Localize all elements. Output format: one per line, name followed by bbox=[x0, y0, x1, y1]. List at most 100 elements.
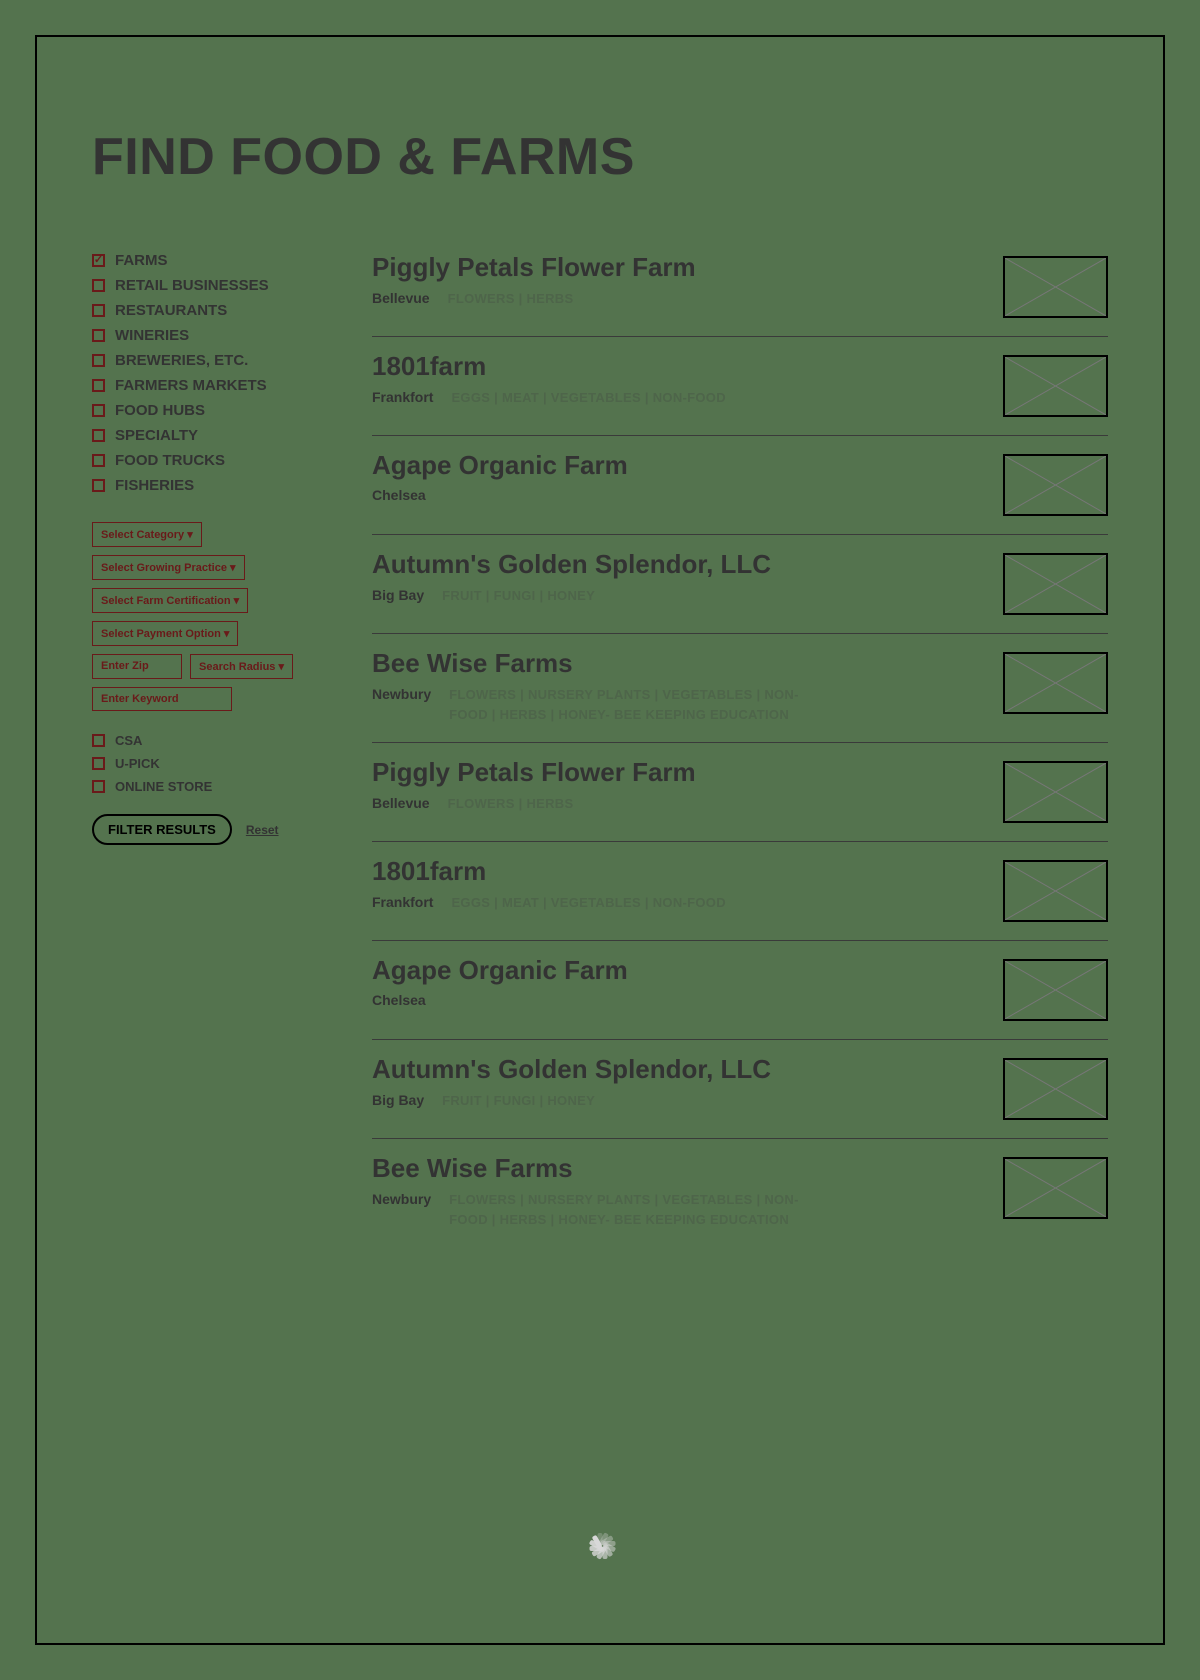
layout: FARMS RETAIL BUSINESSES RESTAURANTS WINERIE… bbox=[92, 252, 1108, 1247]
result-meta: NewburyFLOWERS | NURSERY PLANTS | VEGETA… bbox=[372, 1190, 983, 1229]
result-title[interactable]: 1801farm bbox=[372, 351, 983, 382]
category-label: BREWERIES, ETC. bbox=[115, 352, 248, 369]
result-main: Autumn's Golden Splendor, LLC Big BayFRUI… bbox=[372, 549, 983, 606]
result-thumbnail-placeholder bbox=[1003, 1157, 1108, 1219]
result-row[interactable]: Agape Organic FarmChelsea bbox=[372, 436, 1108, 535]
result-location: Bellevue bbox=[372, 290, 430, 306]
category-label: RETAIL BUSINESSES bbox=[115, 277, 269, 294]
toggle-item[interactable]: U-PICK bbox=[92, 756, 332, 771]
certification-select[interactable]: Select Farm Certification ▾ bbox=[92, 588, 248, 613]
toggle-list: CSA U-PICK ONLINE STORE bbox=[92, 733, 332, 794]
checkbox-icon[interactable] bbox=[92, 757, 105, 770]
toggle-item[interactable]: ONLINE STORE bbox=[92, 779, 332, 794]
result-meta: FrankfortEGGS | MEAT | VEGETABLES | NON-… bbox=[372, 893, 983, 913]
result-location: Big Bay bbox=[372, 587, 424, 603]
category-item[interactable]: BREWERIES, ETC. bbox=[92, 352, 332, 369]
result-row[interactable]: Agape Organic FarmChelsea bbox=[372, 941, 1108, 1040]
result-meta: BellevueFLOWERS | HERBS bbox=[372, 289, 983, 309]
result-row[interactable]: Autumn's Golden Splendor, LLC Big BayFRUI… bbox=[372, 535, 1108, 634]
result-row[interactable]: Piggly Petals Flower Farm Bellevue FLOWERS… bbox=[372, 743, 1108, 842]
result-thumbnail-placeholder bbox=[1003, 652, 1108, 714]
toggle-label: CSA bbox=[115, 733, 142, 748]
result-title[interactable]: Agape Organic Farm bbox=[372, 955, 983, 986]
result-main: Piggly Petals Flower Farm Bellevue FLOWERS… bbox=[372, 757, 983, 814]
checkbox-icon[interactable] bbox=[92, 734, 105, 747]
result-main: 1801farm FrankfortEGGS | MEAT | VEGETABLE… bbox=[372, 856, 983, 913]
category-item[interactable]: SPECIALTY bbox=[92, 427, 332, 444]
result-row[interactable]: Piggly Petals Flower Farm BellevueFLOWERS… bbox=[372, 252, 1108, 337]
category-item[interactable]: FISHERIES bbox=[92, 477, 332, 494]
result-tags: FLOWERS | NURSERY PLANTS | VEGETABLES | … bbox=[449, 685, 829, 724]
filter-group: Select Category ▾ Select Growing Practic… bbox=[92, 522, 332, 719]
result-row[interactable]: Autumn's Golden Splendor, LLC Big BayFRUI… bbox=[372, 1040, 1108, 1139]
keyword-input[interactable]: Enter Keyword bbox=[92, 687, 232, 711]
result-thumbnail-placeholder bbox=[1003, 1058, 1108, 1120]
result-location: Frankfort bbox=[372, 389, 433, 405]
result-title[interactable]: Autumn's Golden Splendor, LLC bbox=[372, 549, 983, 580]
checkbox-icon[interactable] bbox=[92, 279, 105, 292]
result-tags: EGGS | MEAT | VEGETABLES | NON-FOOD bbox=[451, 388, 725, 408]
growing-practice-select[interactable]: Select Growing Practice ▾ bbox=[92, 555, 245, 580]
category-label: FARMS bbox=[115, 252, 168, 269]
result-title[interactable]: Agape Organic Farm bbox=[372, 450, 983, 481]
result-thumbnail-placeholder bbox=[1003, 860, 1108, 922]
result-thumbnail-placeholder bbox=[1003, 256, 1108, 318]
result-row[interactable]: Bee Wise Farms NewburyFLOWERS | NURSERY P… bbox=[372, 634, 1108, 743]
result-title[interactable]: 1801farm bbox=[372, 856, 983, 887]
category-label: FOOD HUBS bbox=[115, 402, 205, 419]
checkbox-icon[interactable] bbox=[92, 454, 105, 467]
checkbox-icon[interactable] bbox=[92, 329, 105, 342]
result-location: Bellevue bbox=[372, 795, 430, 811]
category-item[interactable]: RESTAURANTS bbox=[92, 302, 332, 319]
result-main: Bee Wise Farms NewburyFLOWERS | NURSERY P… bbox=[372, 1153, 983, 1229]
result-title[interactable]: Piggly Petals Flower Farm bbox=[372, 252, 983, 283]
category-item[interactable]: FARMERS MARKETS bbox=[92, 377, 332, 394]
checkbox-icon[interactable] bbox=[92, 479, 105, 492]
result-thumbnail-placeholder bbox=[1003, 959, 1108, 1021]
result-thumbnail-placeholder bbox=[1003, 454, 1108, 516]
result-row[interactable]: Bee Wise Farms NewburyFLOWERS | NURSERY P… bbox=[372, 1139, 1108, 1247]
category-label: WINERIES bbox=[115, 327, 189, 344]
result-title[interactable]: Bee Wise Farms bbox=[372, 648, 983, 679]
checkbox-icon[interactable] bbox=[92, 429, 105, 442]
result-row[interactable]: 1801farm Frankfort EGGS | MEAT | VEGETABLE… bbox=[372, 337, 1108, 436]
result-main: Agape Organic FarmChelsea bbox=[372, 955, 983, 1008]
category-list: FARMS RETAIL BUSINESSES RESTAURANTS WINERIE… bbox=[92, 252, 332, 494]
category-label: FOOD TRUCKS bbox=[115, 452, 225, 469]
checkbox-icon[interactable] bbox=[92, 780, 105, 793]
result-title[interactable]: Bee Wise Farms bbox=[372, 1153, 983, 1184]
category-item[interactable]: FARMS bbox=[92, 252, 332, 269]
checkbox-icon[interactable] bbox=[92, 404, 105, 417]
result-tags: FLOWERS | HERBS bbox=[448, 794, 574, 814]
category-item[interactable]: WINERIES bbox=[92, 327, 332, 344]
category-label: FISHERIES bbox=[115, 477, 194, 494]
filter-sidebar: FARMS RETAIL BUSINESSES RESTAURANTS WINERIE… bbox=[92, 252, 332, 1247]
result-main: Autumn's Golden Splendor, LLC Big BayFRUI… bbox=[372, 1054, 983, 1111]
reset-link[interactable]: Reset bbox=[246, 823, 279, 837]
result-meta: NewburyFLOWERS | NURSERY PLANTS | VEGETA… bbox=[372, 685, 983, 724]
toggle-label: U-PICK bbox=[115, 756, 160, 771]
zip-input[interactable]: Enter Zip bbox=[92, 654, 182, 679]
result-meta: Big BayFRUIT | FUNGI | HONEY bbox=[372, 586, 983, 606]
toggle-item[interactable]: CSA bbox=[92, 733, 332, 748]
filter-results-button[interactable]: FILTER RESULTS bbox=[92, 814, 232, 845]
result-title[interactable]: Autumn's Golden Splendor, LLC bbox=[372, 1054, 983, 1085]
checkbox-icon[interactable] bbox=[92, 379, 105, 392]
result-meta: Frankfort EGGS | MEAT | VEGETABLES | NON-… bbox=[372, 388, 983, 408]
radius-select[interactable]: Search Radius ▾ bbox=[190, 654, 293, 679]
result-row[interactable]: 1801farm FrankfortEGGS | MEAT | VEGETABLE… bbox=[372, 842, 1108, 941]
category-item[interactable]: RETAIL BUSINESSES bbox=[92, 277, 332, 294]
category-item[interactable]: FOOD HUBS bbox=[92, 402, 332, 419]
checkbox-icon[interactable] bbox=[92, 254, 105, 267]
result-meta: Big BayFRUIT | FUNGI | HONEY bbox=[372, 1091, 983, 1111]
category-select[interactable]: Select Category ▾ bbox=[92, 522, 202, 547]
checkbox-icon[interactable] bbox=[92, 304, 105, 317]
result-location: Big Bay bbox=[372, 1092, 424, 1108]
payment-option-select[interactable]: Select Payment Option ▾ bbox=[92, 621, 238, 646]
result-main: Piggly Petals Flower Farm BellevueFLOWERS… bbox=[372, 252, 983, 309]
page-title: FIND FOOD & FARMS bbox=[92, 127, 1108, 187]
checkbox-icon[interactable] bbox=[92, 354, 105, 367]
result-location: Newbury bbox=[372, 1191, 431, 1207]
category-item[interactable]: FOOD TRUCKS bbox=[92, 452, 332, 469]
result-title[interactable]: Piggly Petals Flower Farm bbox=[372, 757, 983, 788]
